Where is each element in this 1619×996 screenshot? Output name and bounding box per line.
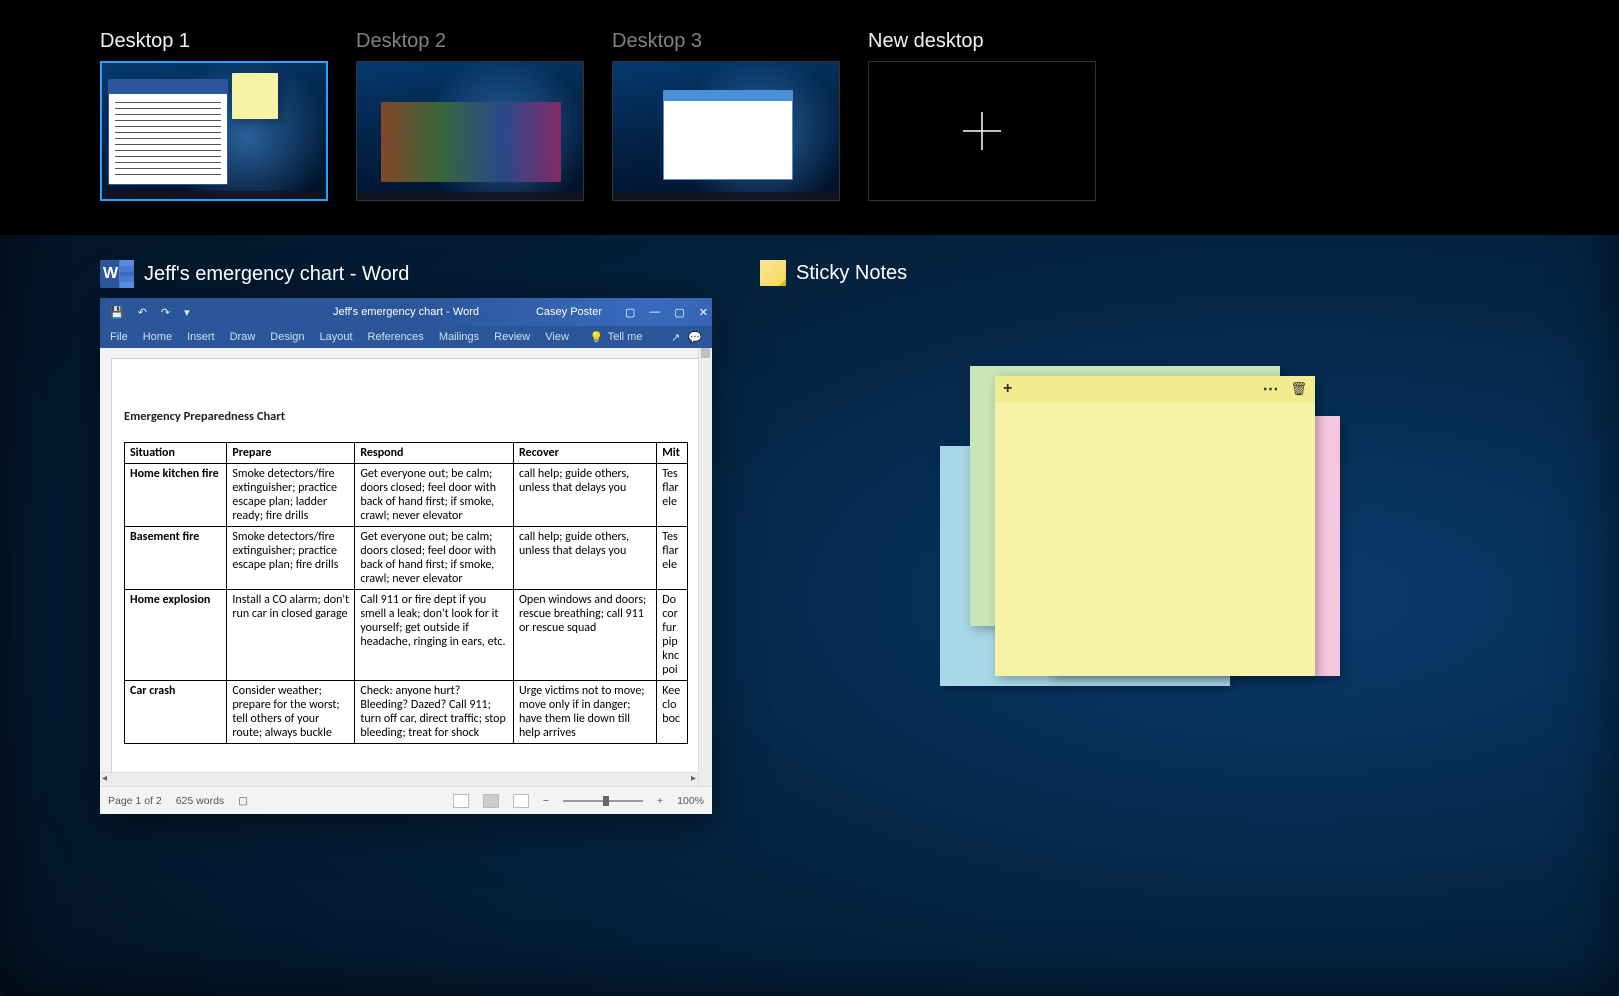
delete-note-icon[interactable]: 🗑 xyxy=(1290,381,1307,397)
mini-store-window xyxy=(381,102,561,182)
mini-word-window xyxy=(108,79,228,185)
desktop-2-thumb[interactable] xyxy=(356,61,584,201)
tab-mailings[interactable]: Mailings xyxy=(439,331,479,343)
word-paper: Emergency Preparedness Chart Situation P… xyxy=(111,358,701,786)
tab-review[interactable]: Review xyxy=(494,331,530,343)
desktop-1[interactable]: Desktop 1 xyxy=(100,30,328,235)
close-icon[interactable]: ✕ xyxy=(699,306,708,319)
read-mode-icon[interactable] xyxy=(453,794,469,808)
tab-references[interactable]: References xyxy=(368,331,424,343)
tab-design[interactable]: Design xyxy=(270,331,304,343)
tab-file[interactable]: File xyxy=(110,331,128,343)
window-card-title-row: Sticky Notes xyxy=(760,260,1300,286)
mini-explorer-window xyxy=(663,90,793,180)
tab-draw[interactable]: Draw xyxy=(230,331,256,343)
tell-me-search[interactable]: 💡 Tell me xyxy=(590,331,643,344)
tab-view[interactable]: View xyxy=(545,331,569,343)
desktop-3[interactable]: Desktop 3 xyxy=(612,30,840,235)
lightbulb-icon: 💡 xyxy=(590,331,604,344)
status-page[interactable]: Page 1 of 2 xyxy=(108,795,162,807)
ribbon-display-icon[interactable]: ▢ xyxy=(625,306,635,319)
undo-icon[interactable]: ↶ xyxy=(138,306,147,319)
tab-home[interactable]: Home xyxy=(143,331,172,343)
redo-icon[interactable]: ↷ xyxy=(161,306,170,319)
window-card-word[interactable]: Jeff's emergency chart - Word 💾 ↶ ↷ ▾ Je… xyxy=(100,260,712,814)
add-note-icon[interactable]: + xyxy=(1003,380,1012,398)
minimize-icon[interactable]: — xyxy=(649,306,660,319)
desktop-1-label: Desktop 1 xyxy=(100,30,328,53)
window-card-title: Sticky Notes xyxy=(796,262,907,285)
table-row: Car crash Consider weather; prepare for … xyxy=(125,681,688,744)
virtual-desktops-strip: Desktop 1 Desktop 2 Desktop 3 New deskto… xyxy=(0,0,1619,235)
desktop-2[interactable]: Desktop 2 xyxy=(356,30,584,235)
word-status-bar: Page 1 of 2 625 words ▢ − + 100% xyxy=(100,786,712,814)
zoom-in-icon[interactable]: + xyxy=(657,795,663,807)
zoom-level[interactable]: 100% xyxy=(677,795,704,807)
mini-sticky-note xyxy=(232,73,278,119)
sticky-note-yellow[interactable]: + ⋯ 🗑 xyxy=(995,376,1315,676)
window-card-title-row: Jeff's emergency chart - Word xyxy=(100,260,712,288)
table-row: Home explosion Install a CO alarm; don't… xyxy=(125,590,688,681)
sticky-notes-icon xyxy=(760,260,786,286)
save-icon[interactable]: 💾 xyxy=(110,306,124,319)
table-row: Home kitchen fire Smoke detectors/fire e… xyxy=(125,464,688,527)
sticky-note-toolbar: + ⋯ 🗑 xyxy=(995,376,1315,402)
table-header-row: Situation Prepare Respond Recover Mit xyxy=(125,443,688,464)
tab-layout[interactable]: Layout xyxy=(320,331,353,343)
horizontal-scrollbar[interactable] xyxy=(100,772,698,786)
emergency-chart-table: Situation Prepare Respond Recover Mit Ho… xyxy=(124,442,688,744)
word-window-controls: ▢ — ▢ ✕ xyxy=(625,306,708,319)
tab-insert[interactable]: Insert xyxy=(187,331,215,343)
print-layout-icon[interactable] xyxy=(483,794,499,808)
word-icon xyxy=(100,260,134,288)
col-recover: Recover xyxy=(513,443,656,464)
word-window-preview[interactable]: 💾 ↶ ↷ ▾ Jeff's emergency chart - Word Ca… xyxy=(100,298,712,814)
window-card-title: Jeff's emergency chart - Word xyxy=(144,263,409,286)
new-desktop[interactable]: New desktop xyxy=(868,30,1096,235)
note-menu-icon[interactable]: ⋯ xyxy=(1262,379,1280,399)
word-user-name[interactable]: Casey Poster xyxy=(536,306,602,318)
sticky-notes-preview[interactable]: + ⋯ 🗑 xyxy=(900,356,1300,756)
comments-icon[interactable]: 💬 xyxy=(688,331,702,344)
proofing-icon[interactable]: ▢ xyxy=(238,795,248,807)
new-desktop-thumb[interactable] xyxy=(868,61,1096,201)
col-respond: Respond xyxy=(355,443,514,464)
col-mitigate: Mit xyxy=(657,443,688,464)
desktop-3-label: Desktop 3 xyxy=(612,30,840,53)
col-prepare: Prepare xyxy=(227,443,355,464)
word-titlebar: 💾 ↶ ↷ ▾ Jeff's emergency chart - Word Ca… xyxy=(100,298,712,326)
web-layout-icon[interactable] xyxy=(513,794,529,808)
share-icon[interactable]: ↗ xyxy=(671,331,680,344)
word-page-area: Emergency Preparedness Chart Situation P… xyxy=(100,348,712,786)
desktop-1-thumb[interactable] xyxy=(100,61,328,201)
word-quick-access-toolbar: 💾 ↶ ↷ ▾ xyxy=(100,306,190,319)
desktop-2-label: Desktop 2 xyxy=(356,30,584,53)
status-words[interactable]: 625 words xyxy=(176,795,224,807)
word-ribbon-tabs: File Home Insert Draw Design Layout Refe… xyxy=(100,326,712,348)
window-card-sticky-notes[interactable]: Sticky Notes + ⋯ 🗑 xyxy=(760,260,1300,756)
word-document-title: Jeff's emergency chart - Word xyxy=(100,306,712,318)
maximize-icon[interactable]: ▢ xyxy=(674,306,684,319)
zoom-out-icon[interactable]: − xyxy=(543,795,549,807)
new-desktop-label: New desktop xyxy=(868,30,1096,53)
document-heading: Emergency Preparedness Chart xyxy=(124,409,688,424)
zoom-slider[interactable] xyxy=(563,800,643,802)
desktop-3-thumb[interactable] xyxy=(612,61,840,201)
vertical-scrollbar[interactable] xyxy=(698,348,712,786)
table-row: Basement fire Smoke detectors/fire extin… xyxy=(125,527,688,590)
qat-more-icon[interactable]: ▾ xyxy=(184,306,190,319)
plus-icon xyxy=(959,108,1005,154)
col-situation: Situation xyxy=(125,443,227,464)
task-view-windows: Jeff's emergency chart - Word 💾 ↶ ↷ ▾ Je… xyxy=(100,260,1519,976)
